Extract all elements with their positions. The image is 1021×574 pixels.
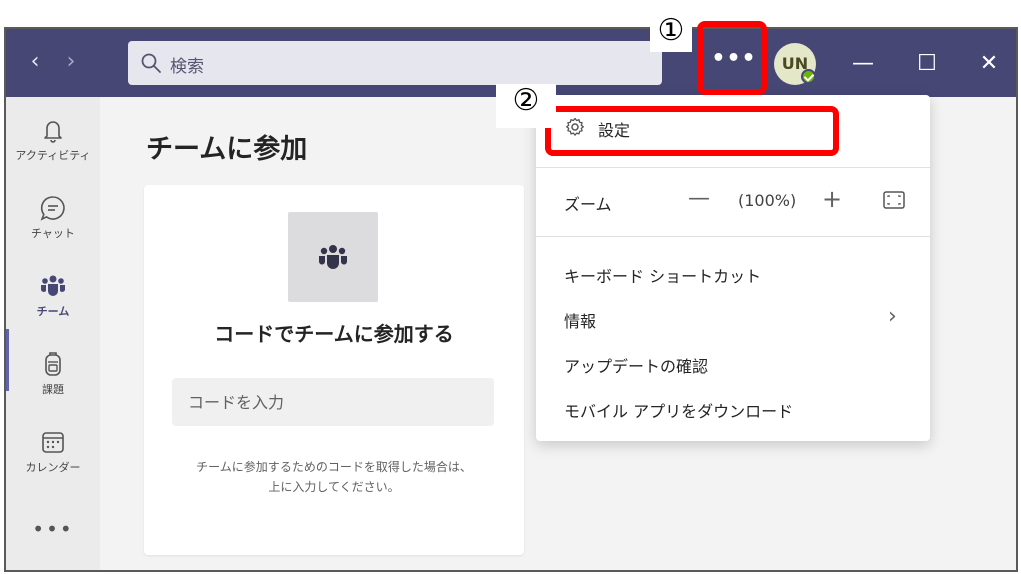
rail-item-chat[interactable]: チャット (6, 193, 100, 267)
chat-icon (40, 196, 65, 221)
help-text-line1: チームに参加するためのコードを取得した場合は、 (196, 460, 472, 474)
rail-label-activity: アクティビティ (15, 149, 91, 162)
menu-divider (536, 167, 930, 168)
zoom-out-button[interactable]: — (688, 186, 710, 211)
fit-screen-icon[interactable] (882, 190, 906, 210)
menu-item-download-mobile[interactable]: モバイル アプリをダウンロード (536, 388, 930, 428)
menu-label-keyboard-shortcuts: キーボード ショートカット (564, 267, 762, 286)
app-rail: アクティビティ チャット チーム 課題 カレンダー ••• (6, 97, 100, 570)
help-text: チームに参加するためのコードを取得した場合は、 上に入力してください。 (144, 457, 524, 497)
chevron-right-icon: › (888, 304, 897, 329)
maximize-button[interactable]: ☐ (910, 47, 944, 81)
step-marker-2: ② (496, 84, 556, 128)
rail-item-activity[interactable]: アクティビティ (6, 115, 100, 189)
menu-item-zoom: ズーム — (100%) + (536, 181, 930, 221)
rail-label-assignments: 課題 (42, 383, 64, 396)
minimize-button[interactable]: — (846, 47, 880, 81)
rail-item-teams[interactable]: チーム (6, 271, 100, 345)
rail-item-assignments[interactable]: 課題 (6, 349, 100, 423)
code-input[interactable] (172, 378, 494, 426)
rail-item-calendar[interactable]: カレンダー (6, 427, 100, 501)
menu-label-download-mobile: モバイル アプリをダウンロード (564, 402, 794, 421)
menu-label-about: 情報 (564, 312, 597, 331)
close-button[interactable]: ✕ (972, 47, 1006, 81)
rail-more-apps-button[interactable]: ••• (6, 517, 100, 541)
rail-label-chat: チャット (31, 227, 75, 240)
menu-divider (536, 236, 930, 237)
help-text-line2: 上に入力してください。 (268, 480, 400, 494)
menu-item-about[interactable]: 情報 › (536, 298, 930, 338)
highlight-more-button (697, 21, 767, 95)
page-title: チームに参加 (146, 134, 308, 165)
search-box[interactable]: 検索 (128, 41, 662, 85)
highlight-settings (545, 106, 839, 156)
menu-label-check-updates: アップデートの確認 (564, 357, 709, 376)
zoom-level: (100%) (738, 191, 797, 210)
bell-icon (44, 121, 62, 143)
menu-item-keyboard-shortcuts[interactable]: キーボード ショートカット (536, 253, 930, 293)
backpack-icon (45, 352, 61, 376)
calendar-icon (42, 432, 64, 453)
presence-available-icon (801, 69, 816, 84)
team-tile (288, 212, 378, 302)
forward-arrow-icon[interactable]: › (58, 49, 84, 75)
join-with-code-card: コードでチームに参加する チームに参加するためのコードを取得した場合は、 上に入… (144, 185, 524, 555)
menu-label-zoom: ズーム (564, 195, 612, 214)
back-arrow-icon[interactable]: ‹ (22, 49, 48, 75)
menu-item-check-updates[interactable]: アップデートの確認 (536, 343, 930, 383)
search-icon (141, 53, 161, 73)
rail-label-teams: チーム (36, 305, 70, 318)
zoom-in-button[interactable]: + (822, 185, 842, 213)
card-title: コードでチームに参加する (214, 322, 454, 346)
rail-label-calendar: カレンダー (25, 461, 81, 474)
search-placeholder: 検索 (170, 57, 204, 77)
teams-icon (318, 245, 348, 269)
teams-icon (41, 275, 65, 296)
step-marker-1: ① (650, 14, 692, 52)
